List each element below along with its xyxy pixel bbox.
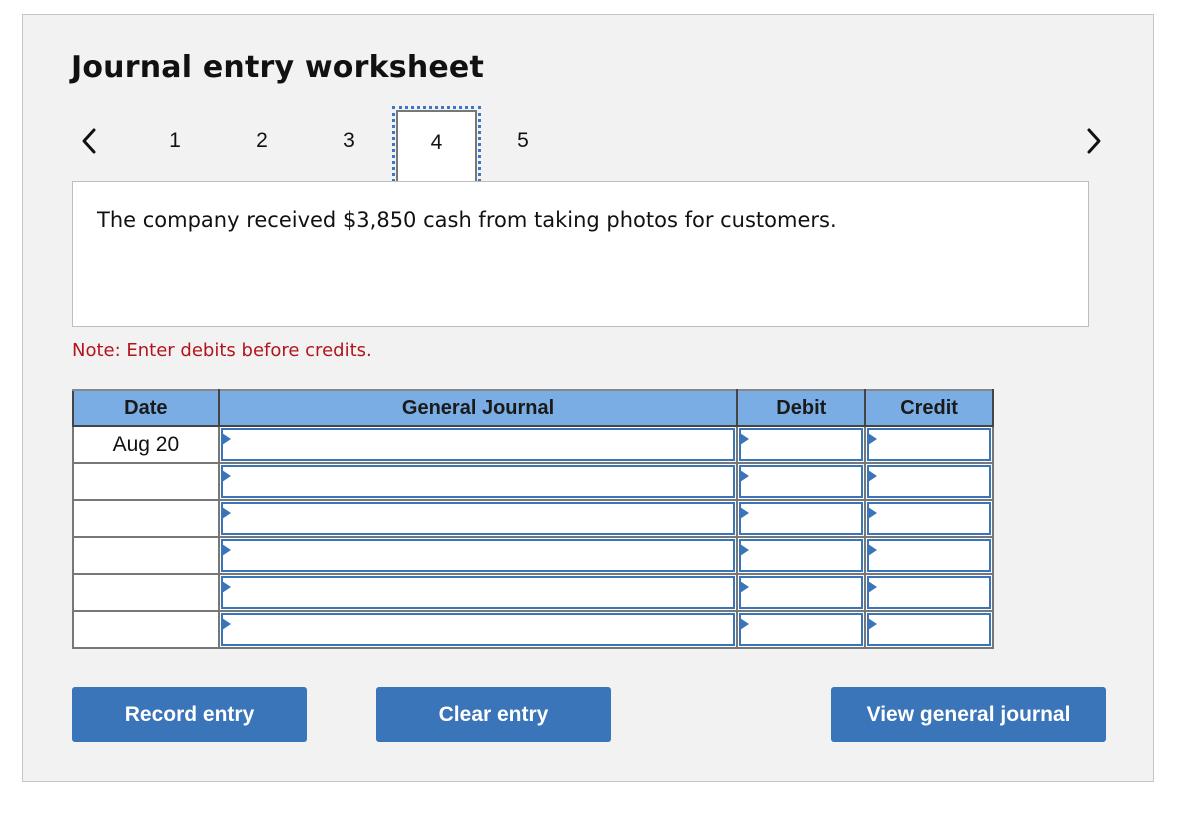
- clear-entry-button[interactable]: Clear entry: [376, 687, 611, 742]
- journal-row: [72, 462, 994, 501]
- account-cell: [217, 573, 739, 612]
- credit-input-frame: [867, 465, 991, 498]
- journal-row: [72, 573, 994, 612]
- table-header-row: Date General Journal Debit Credit: [72, 389, 994, 427]
- journal-table: Date General Journal Debit Credit Aug 20: [72, 389, 994, 649]
- debit-cell: [736, 610, 867, 649]
- debit-cell: [736, 499, 867, 538]
- credit-input[interactable]: [869, 430, 989, 459]
- debit-input[interactable]: [741, 578, 862, 607]
- date-cell: Aug 20: [72, 425, 220, 464]
- account-select[interactable]: [222, 430, 734, 459]
- account-cell: [217, 610, 739, 649]
- account-cell: [217, 425, 739, 464]
- debit-cell: [736, 425, 867, 464]
- account-select[interactable]: [222, 615, 734, 644]
- page-tab-4-active[interactable]: 4: [392, 106, 481, 188]
- transaction-description: The company received $3,850 cash from ta…: [97, 208, 837, 232]
- credit-input-frame: [867, 576, 991, 609]
- account-select-frame: [220, 465, 736, 498]
- debit-input-frame: [739, 465, 864, 498]
- debit-input-frame: [739, 502, 864, 535]
- account-select-frame: [220, 539, 736, 572]
- journal-row: [72, 499, 994, 538]
- page-tab-1[interactable]: 1: [155, 126, 195, 156]
- account-select-frame: [220, 613, 736, 646]
- credit-cell: [864, 499, 994, 538]
- credit-input[interactable]: [869, 504, 989, 533]
- date-cell: [72, 499, 220, 538]
- account-select-frame: [220, 428, 736, 461]
- credit-input[interactable]: [869, 467, 989, 496]
- view-general-journal-button[interactable]: View general journal: [831, 687, 1106, 742]
- debit-input[interactable]: [741, 615, 862, 644]
- credit-cell: [864, 610, 994, 649]
- next-page-button[interactable]: [1079, 124, 1109, 158]
- journal-row: Aug 20: [72, 425, 994, 464]
- credit-input-frame: [867, 539, 991, 572]
- debit-input-frame: [739, 428, 864, 461]
- credit-input[interactable]: [869, 615, 989, 644]
- journal-row: [72, 536, 994, 575]
- transaction-description-box: The company received $3,850 cash from ta…: [72, 181, 1089, 327]
- credit-input[interactable]: [869, 541, 989, 570]
- entry-note: Note: Enter debits before credits.: [72, 340, 372, 361]
- credit-input-frame: [867, 613, 991, 646]
- chevron-left-icon: [82, 128, 96, 154]
- account-cell: [217, 536, 739, 575]
- debit-cell: [736, 573, 867, 612]
- account-select-frame: [220, 576, 736, 609]
- account-select-frame: [220, 502, 736, 535]
- credit-cell: [864, 462, 994, 501]
- account-select[interactable]: [222, 504, 734, 533]
- journal-row: [72, 610, 994, 649]
- header-general-journal: General Journal: [217, 389, 739, 427]
- debit-input[interactable]: [741, 541, 862, 570]
- date-cell: [72, 462, 220, 501]
- worksheet-title: Journal entry worksheet: [71, 50, 485, 85]
- header-debit: Debit: [736, 389, 867, 427]
- debit-input[interactable]: [741, 430, 862, 459]
- debit-input-frame: [739, 539, 864, 572]
- account-cell: [217, 499, 739, 538]
- account-select[interactable]: [222, 541, 734, 570]
- page-tab-5[interactable]: 5: [503, 126, 543, 156]
- debit-input[interactable]: [741, 467, 862, 496]
- credit-cell: [864, 425, 994, 464]
- credit-input-frame: [867, 502, 991, 535]
- debit-input-frame: [739, 576, 864, 609]
- debit-cell: [736, 536, 867, 575]
- credit-cell: [864, 536, 994, 575]
- account-select[interactable]: [222, 578, 734, 607]
- header-date: Date: [72, 389, 220, 427]
- page-tab-3[interactable]: 3: [329, 126, 369, 156]
- header-credit: Credit: [864, 389, 994, 427]
- record-entry-button[interactable]: Record entry: [72, 687, 307, 742]
- debit-input[interactable]: [741, 504, 862, 533]
- debit-input-frame: [739, 613, 864, 646]
- chevron-right-icon: [1087, 128, 1101, 154]
- date-cell: [72, 573, 220, 612]
- debit-cell: [736, 462, 867, 501]
- page-tab-2[interactable]: 2: [242, 126, 282, 156]
- credit-cell: [864, 573, 994, 612]
- credit-input-frame: [867, 428, 991, 461]
- account-select[interactable]: [222, 467, 734, 496]
- date-cell: [72, 610, 220, 649]
- account-cell: [217, 462, 739, 501]
- prev-page-button[interactable]: [76, 124, 106, 158]
- credit-input[interactable]: [869, 578, 989, 607]
- date-cell: [72, 536, 220, 575]
